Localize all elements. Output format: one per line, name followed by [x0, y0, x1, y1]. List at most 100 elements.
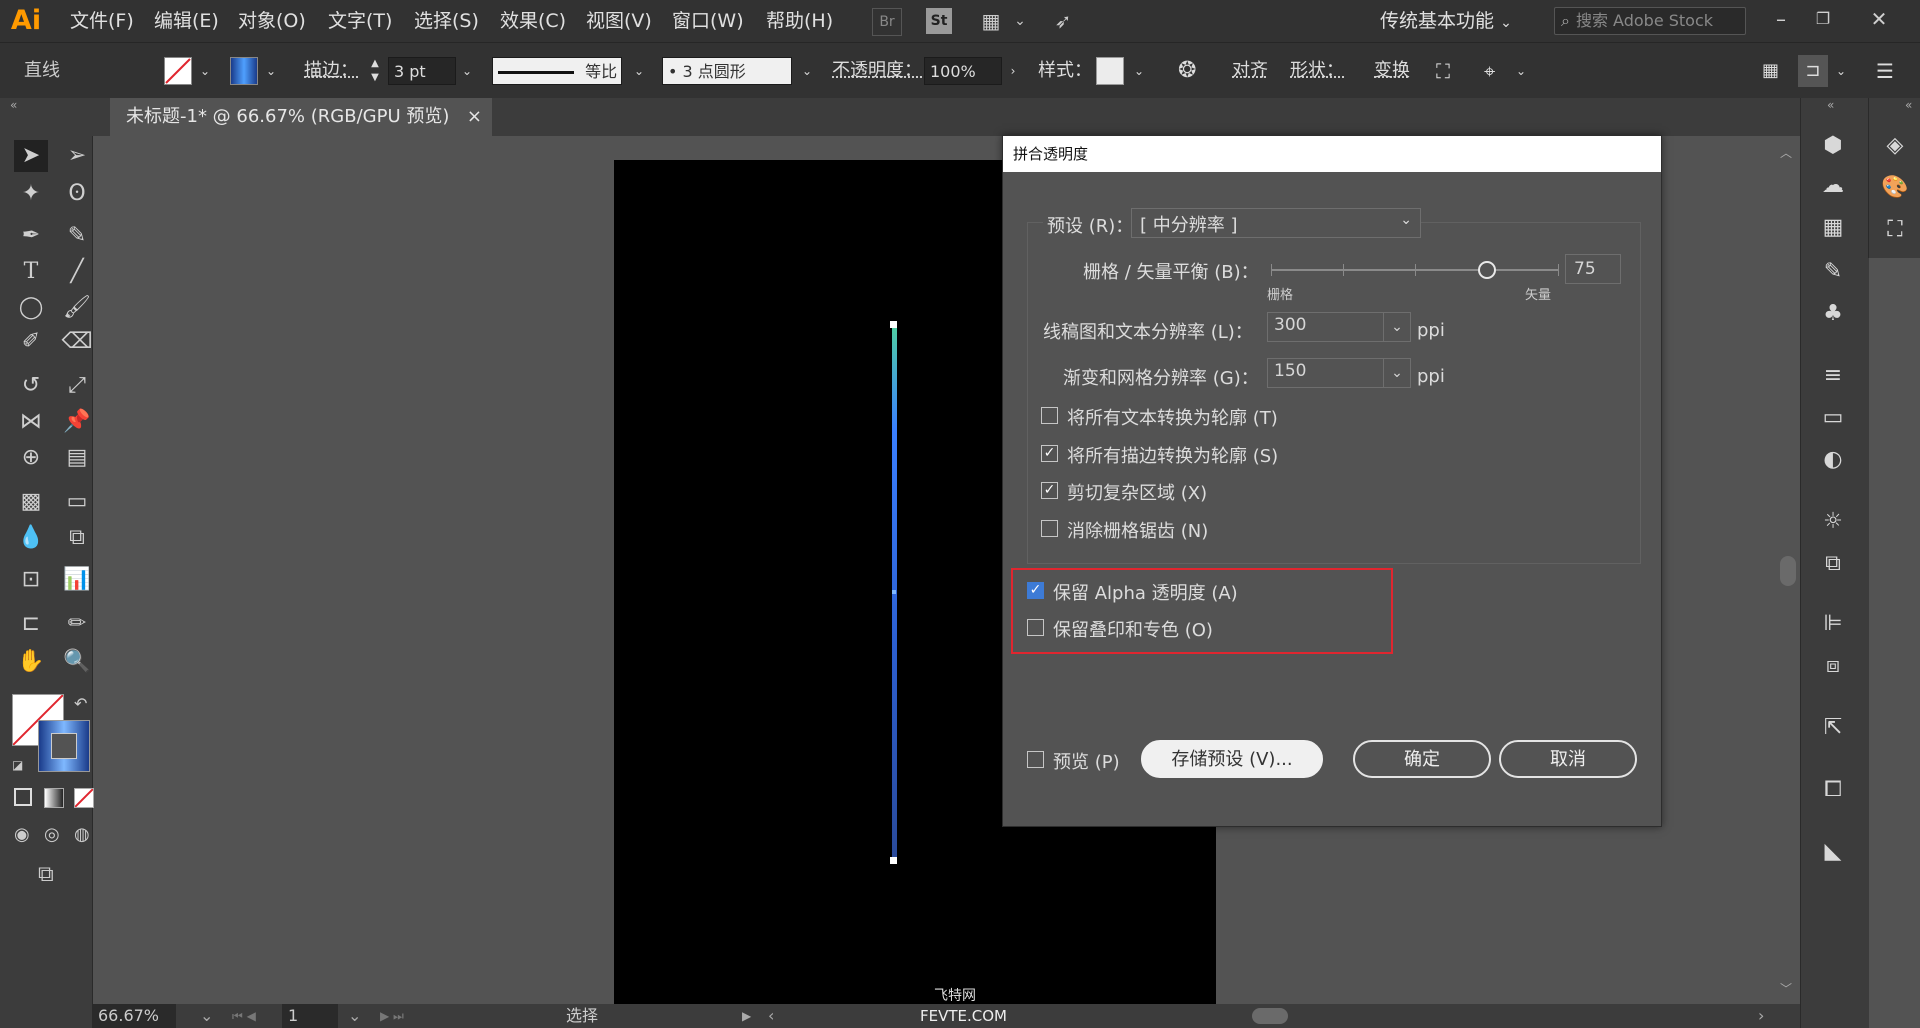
checkbox[interactable]: [1027, 619, 1044, 636]
first-artboard-icon[interactable]: ⏮ ◀: [232, 1004, 256, 1028]
stroke-panel-icon[interactable]: ≡: [1815, 360, 1851, 392]
symbol-sprayer-icon[interactable]: ⊡: [14, 564, 48, 596]
stroke-stepper-icon[interactable]: ▲ ▼: [364, 57, 386, 85]
draw-behind-icon[interactable]: ◎: [44, 824, 60, 845]
ok-button[interactable]: 确定: [1353, 740, 1491, 778]
gpu-performance-icon[interactable]: ➶: [1048, 8, 1078, 34]
restore-icon[interactable]: ❐: [1808, 4, 1838, 34]
scroll-left-icon[interactable]: ‹: [768, 1004, 774, 1028]
document-tab[interactable]: 未标题-1* @ 66.67% (RGB/GPU 预览) ×: [110, 98, 492, 136]
gradient-tool-icon[interactable]: ▭: [60, 486, 94, 518]
puppet-warp-icon[interactable]: 📌: [60, 406, 94, 438]
menu-edit[interactable]: 编辑(E): [154, 0, 219, 42]
layers-icon[interactable]: ◈: [1877, 130, 1913, 162]
fill-swatch[interactable]: [164, 57, 192, 85]
shape-builder-icon[interactable]: ⊕: [14, 442, 48, 474]
balance-slider-track[interactable]: [1271, 261, 1559, 279]
fill-dropdown-icon[interactable]: ⌄: [194, 57, 216, 85]
balance-input[interactable]: 75: [1565, 254, 1621, 284]
stroke-weight-input[interactable]: 3 pt: [388, 57, 456, 85]
reference-point-icon[interactable]: ⌖: [1484, 43, 1495, 99]
stock-button[interactable]: St: [926, 8, 952, 34]
checkbox[interactable]: [1041, 482, 1058, 499]
artboards-panel-icon[interactable]: ⧠: [1815, 774, 1851, 806]
appearance-icon[interactable]: ☼: [1815, 506, 1851, 538]
menu-window[interactable]: 窗口(W): [672, 0, 744, 42]
scroll-thumb[interactable]: [1780, 556, 1796, 586]
swatches-icon[interactable]: ▦: [1815, 212, 1851, 244]
close-tab-icon[interactable]: ×: [467, 98, 482, 136]
ellipse-tool-icon[interactable]: ◯: [14, 292, 48, 324]
recolor-artwork-icon[interactable]: ❂: [1178, 43, 1196, 99]
eyedropper-icon[interactable]: 💧: [14, 522, 48, 554]
graphic-styles-icon[interactable]: ⧉: [1815, 548, 1851, 580]
artboard-dropdown-icon[interactable]: ⌄: [348, 1004, 361, 1028]
panel-menu-icon[interactable]: ☰: [1876, 43, 1894, 99]
cancel-button[interactable]: 取消: [1499, 740, 1637, 778]
image-trace-icon[interactable]: ◣: [1815, 836, 1851, 868]
color-panel-icon[interactable]: 🎨: [1877, 172, 1913, 204]
balance-slider-thumb[interactable]: [1478, 261, 1496, 279]
arrange-icon[interactable]: ▦: [1762, 43, 1779, 99]
magic-wand-icon[interactable]: ✦: [14, 178, 48, 210]
mesh-tool-icon[interactable]: ▩: [14, 486, 48, 518]
scroll-down-icon[interactable]: ﹀: [1780, 980, 1792, 997]
line-art-resolution-input[interactable]: 300 ⌄: [1267, 312, 1411, 342]
toolbar-options-icon[interactable]: ⊐: [1798, 55, 1828, 87]
zoom-input[interactable]: 66.67%: [92, 1004, 176, 1028]
variable-width-profile[interactable]: 等比: [492, 57, 622, 85]
workspace-switcher[interactable]: 传统基本功能 ⌄: [1380, 0, 1512, 42]
checkbox[interactable]: [1041, 520, 1058, 537]
gradient-panel-icon[interactable]: ▭: [1815, 402, 1851, 434]
menu-file[interactable]: 文件(F): [70, 0, 134, 42]
align-link[interactable]: 对齐: [1232, 43, 1268, 99]
horizontal-scroll-thumb[interactable]: [1252, 1008, 1288, 1024]
style-dropdown-icon[interactable]: ⌄: [1128, 57, 1150, 85]
checkbox[interactable]: [1041, 407, 1058, 424]
curvature-tool-icon[interactable]: ✎: [60, 220, 94, 252]
opacity-label[interactable]: 不透明度：: [832, 43, 922, 99]
scale-tool-icon[interactable]: ⤢: [60, 370, 94, 402]
navigator-icon[interactable]: ⛶: [1877, 214, 1913, 246]
width-tool-icon[interactable]: ⋈: [14, 406, 48, 438]
blend-tool-icon[interactable]: ⧉: [60, 522, 94, 554]
draw-inside-icon[interactable]: ◍: [74, 824, 90, 845]
status-menu-icon[interactable]: ▶: [742, 1004, 751, 1028]
creative-cloud-icon[interactable]: ☁: [1815, 170, 1851, 202]
bridge-button[interactable]: Br: [872, 8, 902, 36]
draw-normal-icon[interactable]: ◉: [14, 824, 30, 845]
last-artboard-icon[interactable]: ▶ ⏭: [380, 1004, 404, 1028]
vertical-scrollbar[interactable]: ︿ ﹀: [1776, 138, 1800, 1010]
type-tool-icon[interactable]: T: [14, 256, 48, 288]
checkbox[interactable]: [1027, 582, 1044, 599]
menu-type[interactable]: 文字(T): [328, 0, 392, 42]
collapse-icon[interactable]: «: [1827, 98, 1834, 112]
brushes-icon[interactable]: ✎: [1815, 256, 1851, 288]
stroke-swatch[interactable]: [230, 57, 258, 85]
artboard-number-input[interactable]: 1: [282, 1004, 338, 1028]
transparency-icon[interactable]: ◐: [1815, 444, 1851, 476]
brush-definition[interactable]: • 3 点圆形: [662, 57, 792, 85]
menu-select[interactable]: 选择(S): [414, 0, 479, 42]
direct-selection-tool-icon[interactable]: ➢: [60, 140, 94, 172]
hand-tool-icon[interactable]: ✋: [14, 646, 48, 678]
arrange-documents-icon[interactable]: ▦: [974, 8, 1008, 34]
chevron-down-icon[interactable]: ⌄: [1383, 313, 1410, 341]
close-window-icon[interactable]: ✕: [1864, 4, 1894, 34]
slice-tool-icon[interactable]: ✏: [60, 608, 94, 640]
swap-colors-icon[interactable]: ↶: [74, 694, 87, 713]
stroke-color-box[interactable]: [38, 720, 90, 772]
stroke-weight-dropdown-icon[interactable]: ⌄: [456, 57, 478, 85]
perspective-grid-icon[interactable]: ▤: [60, 442, 94, 474]
menu-object[interactable]: 对象(O): [238, 0, 306, 42]
scroll-right-icon[interactable]: ›: [1758, 1004, 1764, 1028]
color-mode-icon[interactable]: [14, 788, 32, 806]
pathfinder-icon[interactable]: ⧈: [1815, 650, 1851, 682]
shape-link[interactable]: 形状：: [1290, 43, 1344, 99]
align-panel-icon[interactable]: ⊫: [1815, 608, 1851, 640]
rotate-tool-icon[interactable]: ↺: [14, 370, 48, 402]
chevron-right-icon[interactable]: ›: [1002, 57, 1024, 85]
chevron-down-icon[interactable]: ⌄: [1010, 8, 1030, 34]
artboard-tool-icon[interactable]: ⊏: [14, 608, 48, 640]
column-graph-icon[interactable]: 📊: [60, 564, 94, 596]
